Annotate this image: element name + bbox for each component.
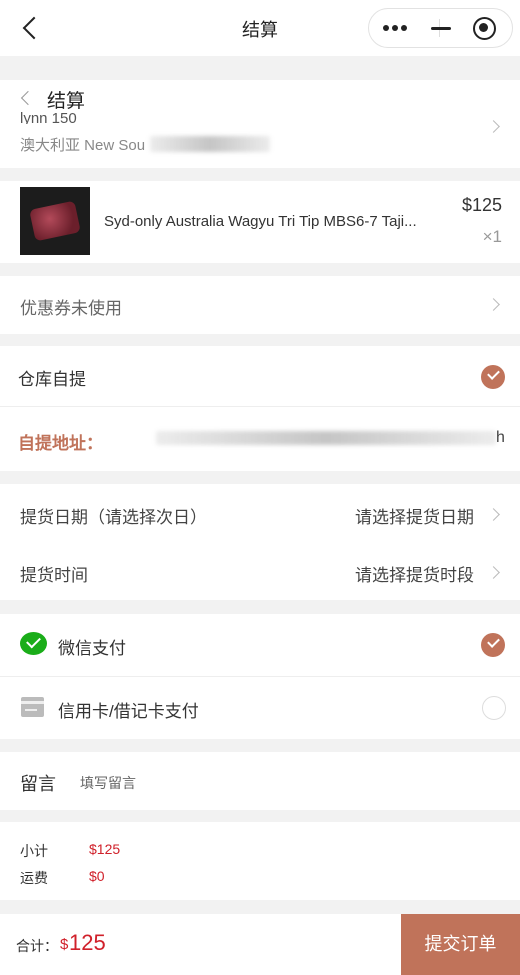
- sub-header: 结算: [0, 80, 520, 116]
- pickup-label: 仓库自提: [18, 370, 86, 389]
- radio-unchecked-icon[interactable]: [482, 696, 506, 720]
- product-name: Syd-only Australia Wagyu Tri Tip MBS6-7 …: [104, 213, 417, 230]
- subtotal-label: 小计: [20, 843, 48, 859]
- pickup-address-row: 自提地址： h: [0, 407, 520, 471]
- pickup-address-redacted: [156, 431, 496, 445]
- total-amount: 125: [69, 930, 106, 955]
- check-circle-icon: [481, 633, 505, 657]
- card-stripe: [21, 701, 44, 704]
- note-row[interactable]: 留言 填写留言: [0, 752, 520, 810]
- minimize-icon: [431, 27, 451, 30]
- coupon-status: 未使用: [71, 299, 122, 318]
- meat-image-icon: [29, 200, 81, 242]
- dots-icon: [383, 25, 389, 31]
- chevron-right-icon: [487, 566, 500, 579]
- coupon-title: 优惠券: [20, 299, 71, 318]
- product-thumbnail: [20, 187, 90, 255]
- pickup-row[interactable]: 仓库自提: [0, 346, 520, 406]
- coupon-label: 优惠券未使用: [20, 294, 122, 319]
- card-pay-row[interactable]: 信用卡/借记卡支付: [0, 677, 520, 739]
- sub-back-button[interactable]: [18, 88, 36, 108]
- check-circle-icon: [481, 365, 505, 389]
- wechat-check-icon: [26, 633, 41, 649]
- product-card: Syd-only Australia Wagyu Tri Tip MBS6-7 …: [0, 181, 520, 263]
- card-line: [25, 709, 37, 711]
- mini-program-capsule: [368, 8, 513, 48]
- minimize-button[interactable]: [427, 17, 457, 39]
- submit-order-button[interactable]: 提交订单: [401, 914, 520, 975]
- checkout-footer: 合计： $ 125 提交订单: [0, 914, 520, 975]
- shipping-value: $0: [89, 868, 105, 884]
- date-row[interactable]: 提货日期（请选择次日） 请选择提货日期: [0, 484, 520, 542]
- back-chevron-icon: [20, 90, 36, 106]
- chevron-right-icon: [487, 120, 500, 133]
- note-label: 留言: [20, 774, 56, 794]
- wechat-icon: [20, 632, 47, 655]
- more-button[interactable]: [379, 17, 419, 39]
- sub-header-title: 结算: [47, 91, 86, 112]
- summary-card: 小计 $125 运费 $0: [0, 822, 520, 900]
- product-price: $125: [461, 195, 502, 215]
- chevron-right-icon: [487, 508, 500, 521]
- time-row[interactable]: 提货时间 请选择提货时段: [0, 542, 520, 600]
- subtotal-value: $125: [89, 841, 121, 857]
- chevron-right-icon: [487, 298, 500, 311]
- credit-card-icon: [21, 697, 44, 717]
- address-card[interactable]: lynn 150 澳大利亚 New Sou: [0, 110, 520, 168]
- total-label: 合计：: [16, 938, 58, 954]
- date-label: 提货日期（请选择次日）: [20, 508, 207, 527]
- date-value: 请选择提货日期: [355, 508, 474, 527]
- wechat-pay-row[interactable]: 微信支付: [0, 614, 520, 676]
- nav-bar: 结算: [0, 0, 520, 56]
- pickup-address-tail: h: [496, 429, 505, 446]
- product-qty: ×1: [482, 227, 502, 246]
- note-input[interactable]: 填写留言: [80, 773, 136, 793]
- card-pay-label: 信用卡/借记卡支付: [58, 702, 199, 721]
- coupon-row[interactable]: 优惠券未使用: [0, 276, 520, 334]
- time-value: 请选择提货时段: [355, 566, 474, 585]
- pickup-address-label: 自提地址：: [18, 434, 103, 453]
- total-currency: $: [60, 936, 69, 953]
- close-button[interactable]: [472, 15, 498, 41]
- address-name: lynn 150: [20, 110, 77, 124]
- address-redacted: [150, 136, 270, 152]
- address-country: 澳大利亚 New Sou: [20, 137, 146, 154]
- wechat-pay-label: 微信支付: [58, 639, 126, 658]
- target-dot-icon: [479, 23, 488, 32]
- time-label: 提货时间: [20, 566, 88, 585]
- shipping-label: 运费: [20, 870, 48, 886]
